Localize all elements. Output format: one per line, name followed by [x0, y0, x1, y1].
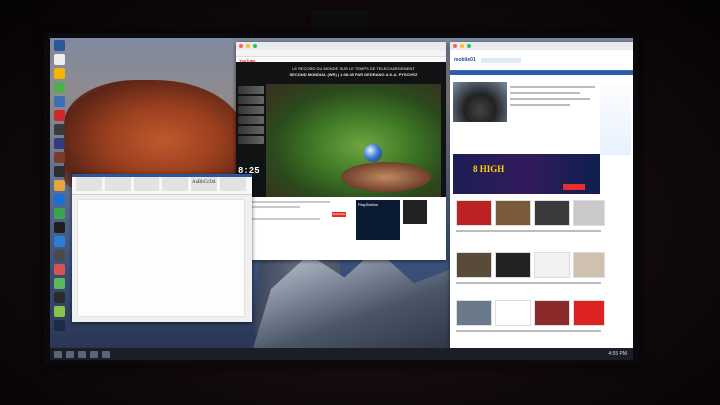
app-icon[interactable]	[54, 96, 65, 107]
app-icon[interactable]	[54, 306, 65, 317]
video-details: Subscribe PlayStation	[236, 198, 446, 260]
crystal-orb	[364, 144, 382, 162]
app-icon[interactable]	[54, 124, 65, 135]
playstation-ad[interactable]: PlayStation	[356, 200, 400, 240]
webcam	[311, 10, 369, 35]
description-line	[240, 218, 320, 220]
app-icon[interactable]	[54, 320, 65, 331]
app-icon[interactable]	[54, 54, 65, 65]
article-text[interactable]	[456, 282, 601, 284]
taskbar-app[interactable]	[102, 350, 110, 358]
video-player[interactable]: 8:25 LE RECORD DU MONDE SUR LE TEMPS DE …	[236, 62, 446, 197]
youtube-browser-window[interactable]: YouTube 8:25 LE RECORD DU MONDE SUR LE T…	[236, 42, 446, 260]
article-thumb[interactable]	[573, 252, 605, 278]
app-icon[interactable]	[54, 250, 65, 261]
taskbar-app[interactable]	[66, 350, 74, 358]
article-thumb[interactable]	[456, 252, 492, 278]
app-icon[interactable]	[54, 222, 65, 233]
style-gallery[interactable]: AaBbCcDd	[192, 180, 215, 185]
taskbar-clock: 4:55 PM	[608, 351, 627, 357]
article-thumb[interactable]	[534, 300, 570, 326]
word-ribbon[interactable]: AaBbCcDd	[72, 174, 252, 195]
document-page[interactable]	[78, 200, 244, 316]
app-icon[interactable]	[54, 208, 65, 219]
illustrator-icon[interactable]	[54, 152, 65, 163]
video-title-line	[240, 201, 330, 203]
minimize-icon[interactable]	[460, 44, 464, 48]
article-thumb[interactable]	[495, 200, 531, 226]
side-ad[interactable]	[600, 82, 631, 155]
app-icon[interactable]	[54, 278, 65, 289]
news-header: mobile01	[450, 50, 633, 71]
stream-overlay	[238, 86, 264, 164]
headline-car-image[interactable]	[453, 82, 507, 122]
subscribe-button[interactable]: Subscribe	[332, 212, 346, 217]
site-logo[interactable]: mobile01	[454, 57, 476, 63]
article-text[interactable]	[456, 230, 601, 232]
folder-icon[interactable]	[54, 68, 65, 79]
headline-text[interactable]	[510, 86, 595, 88]
app-icon[interactable]	[54, 180, 65, 191]
close-icon[interactable]	[239, 44, 243, 48]
address-bar[interactable]	[236, 50, 446, 57]
video-overlay-title: LE RECORD DU MONDE SUR LE TEMPS DE TELEC…	[289, 66, 418, 77]
article-thumb[interactable]	[456, 300, 492, 326]
site-nav[interactable]	[450, 71, 633, 75]
app-icon[interactable]	[54, 110, 65, 121]
ribbon-buttons[interactable]	[76, 177, 246, 191]
app-icon[interactable]	[54, 292, 65, 303]
app-icon[interactable]	[54, 264, 65, 275]
article-thumb[interactable]	[534, 252, 570, 278]
article-thumb[interactable]	[456, 200, 492, 226]
taskbar-app[interactable]	[78, 350, 86, 358]
search-input[interactable]	[480, 57, 521, 63]
desktop-icons	[54, 40, 68, 346]
app-icon[interactable]	[54, 194, 65, 205]
taskbar: 4:55 PM	[50, 348, 633, 360]
ad-button[interactable]	[563, 184, 585, 190]
article-thumb[interactable]	[573, 200, 605, 226]
article-thumb[interactable]	[495, 300, 531, 326]
close-icon[interactable]	[453, 44, 457, 48]
app-icon[interactable]	[54, 166, 65, 177]
headline-text[interactable]	[510, 92, 580, 94]
app-icon[interactable]	[54, 82, 65, 93]
related-video-thumb[interactable]	[403, 200, 427, 224]
minimize-icon[interactable]	[246, 44, 250, 48]
article-thumb[interactable]	[573, 300, 605, 326]
headline-text[interactable]	[510, 98, 590, 100]
app-icon[interactable]	[54, 236, 65, 247]
article-text[interactable]	[456, 330, 601, 332]
word-app-icon[interactable]	[54, 40, 65, 51]
browser-titlebar[interactable]	[236, 42, 446, 50]
news-titlebar[interactable]	[450, 42, 633, 50]
news-browser-window[interactable]: mobile01 8 HIGH	[450, 42, 633, 348]
game-scene	[266, 84, 441, 197]
app-icon[interactable]	[54, 138, 65, 149]
article-thumb[interactable]	[534, 200, 570, 226]
ad-banner[interactable]: 8 HIGH	[453, 154, 600, 194]
headline-text[interactable]	[510, 104, 570, 106]
taskbar-app[interactable]	[90, 350, 98, 358]
pedestal	[341, 162, 431, 192]
maximize-icon[interactable]	[467, 44, 471, 48]
word-document-window[interactable]: AaBbCcDd	[72, 174, 252, 322]
maximize-icon[interactable]	[253, 44, 257, 48]
start-button[interactable]	[54, 350, 62, 358]
desktop-screen: YouTube 8:25 LE RECORD DU MONDE SUR LE T…	[50, 38, 633, 360]
article-thumb[interactable]	[495, 252, 531, 278]
